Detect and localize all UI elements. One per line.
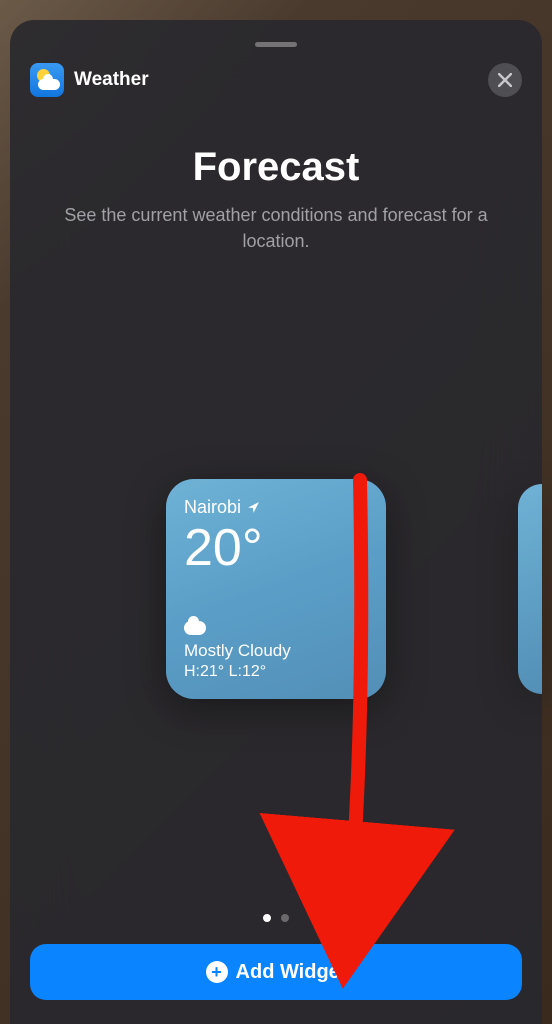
close-button[interactable] bbox=[488, 63, 522, 97]
widget-config-sheet: Weather Forecast See the current weather… bbox=[10, 20, 542, 1024]
title-block: Forecast See the current weather conditi… bbox=[30, 145, 522, 254]
add-widget-button[interactable]: + Add Widget bbox=[30, 944, 522, 1000]
sheet-header: Weather bbox=[30, 63, 522, 97]
next-widget-peek[interactable] bbox=[518, 484, 542, 694]
page-subtitle: See the current weather conditions and f… bbox=[30, 202, 522, 254]
widget-temperature: 20° bbox=[184, 522, 368, 574]
widget-condition: Mostly Cloudy bbox=[184, 641, 368, 661]
page-dot-2[interactable] bbox=[281, 914, 289, 922]
page-dot-1[interactable] bbox=[263, 914, 271, 922]
page-indicator bbox=[30, 914, 522, 922]
header-app-name: Weather bbox=[74, 69, 149, 91]
sheet-grabber[interactable] bbox=[255, 42, 297, 47]
weather-app-icon bbox=[30, 63, 64, 97]
location-arrow-icon bbox=[247, 501, 260, 514]
widget-high-low: H:21° L:12° bbox=[184, 663, 368, 681]
widget-preview-carousel[interactable]: Nairobi 20° Mostly Cloudy H:21° L:12° bbox=[30, 284, 522, 894]
widget-location-row: Nairobi bbox=[184, 497, 368, 518]
header-left: Weather bbox=[30, 63, 149, 97]
plus-circle-icon: + bbox=[206, 961, 228, 983]
weather-widget-small: Nairobi 20° Mostly Cloudy H:21° L:12° bbox=[166, 479, 386, 699]
cloud-icon bbox=[184, 621, 206, 635]
close-icon bbox=[498, 73, 512, 87]
add-widget-label: Add Widget bbox=[236, 961, 347, 984]
widget-location-label: Nairobi bbox=[184, 497, 241, 518]
page-title: Forecast bbox=[30, 145, 522, 190]
